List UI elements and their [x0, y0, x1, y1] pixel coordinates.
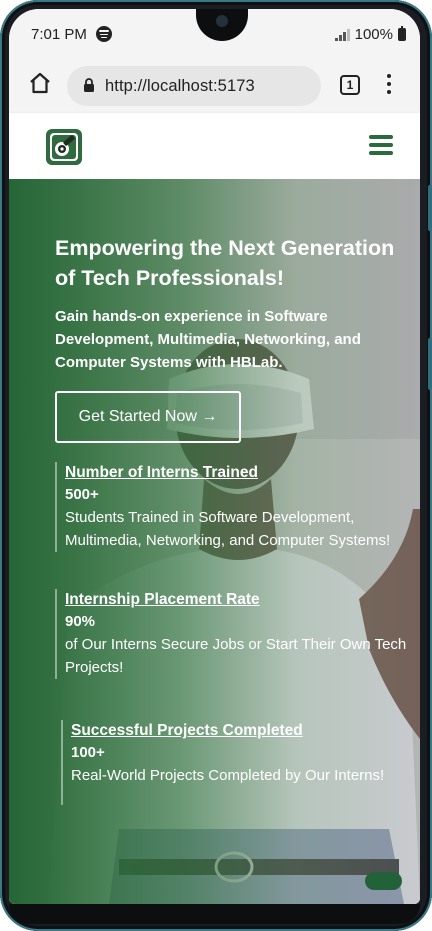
battery-percent: 100%	[354, 26, 393, 43]
browser-menu-icon[interactable]	[387, 74, 391, 96]
url-text: http://localhost:5173	[105, 77, 255, 95]
address-bar[interactable]: http://localhost:5173	[67, 66, 321, 106]
logo[interactable]	[46, 129, 82, 165]
stat-value: 500+	[65, 486, 99, 503]
phone-bottom-bezel	[9, 904, 420, 924]
stat-card-projects: Successful Projects Completed 100+ Real-…	[61, 720, 420, 805]
hero-subtitle: Gain hands-on experience in Software Dev…	[55, 308, 361, 371]
stat-description: Real-World Projects Completed by Our Int…	[71, 767, 385, 784]
home-icon[interactable]	[28, 71, 52, 95]
get-started-button[interactable]: Get Started Now →	[55, 391, 241, 443]
volume-button	[428, 185, 432, 231]
site-navbar	[9, 113, 420, 179]
stat-card-interns: Number of Interns Trained 500+ Students …	[55, 462, 420, 552]
stat-description: of Our Interns Secure Jobs or Start Thei…	[65, 636, 407, 676]
status-time: 7:01 PM	[31, 26, 87, 43]
hero-title: Empowering the Next Generation of Tech P…	[55, 236, 395, 290]
camera-notch	[196, 9, 248, 41]
stat-title: Internship Placement Rate	[65, 591, 260, 608]
logo-icon	[50, 133, 78, 161]
stat-card-placement: Internship Placement Rate 90% of Our Int…	[55, 589, 410, 679]
signal-icon	[335, 28, 350, 41]
tab-switcher-button[interactable]: 1	[340, 75, 360, 95]
hero-section: Empowering the Next Generation of Tech P…	[9, 179, 420, 904]
stat-value: 100+	[71, 744, 105, 761]
scroll-to-top-button[interactable]	[365, 872, 402, 890]
phone-screen: 7:01 PM 100% http://localhost:5173 1 Emp…	[9, 9, 420, 904]
browser-toolbar: http://localhost:5173 1	[9, 57, 420, 114]
lock-icon	[84, 78, 94, 92]
power-button	[428, 338, 432, 390]
stat-value: 90%	[65, 613, 96, 630]
status-bar: 7:01 PM 100%	[9, 9, 420, 57]
hamburger-menu-icon[interactable]	[369, 135, 393, 155]
stat-description: Students Trained in Software Development…	[65, 509, 391, 549]
stat-title: Successful Projects Completed	[71, 722, 303, 739]
stat-title: Number of Interns Trained	[65, 464, 258, 481]
battery-icon	[398, 26, 406, 41]
spotify-icon	[96, 26, 112, 42]
